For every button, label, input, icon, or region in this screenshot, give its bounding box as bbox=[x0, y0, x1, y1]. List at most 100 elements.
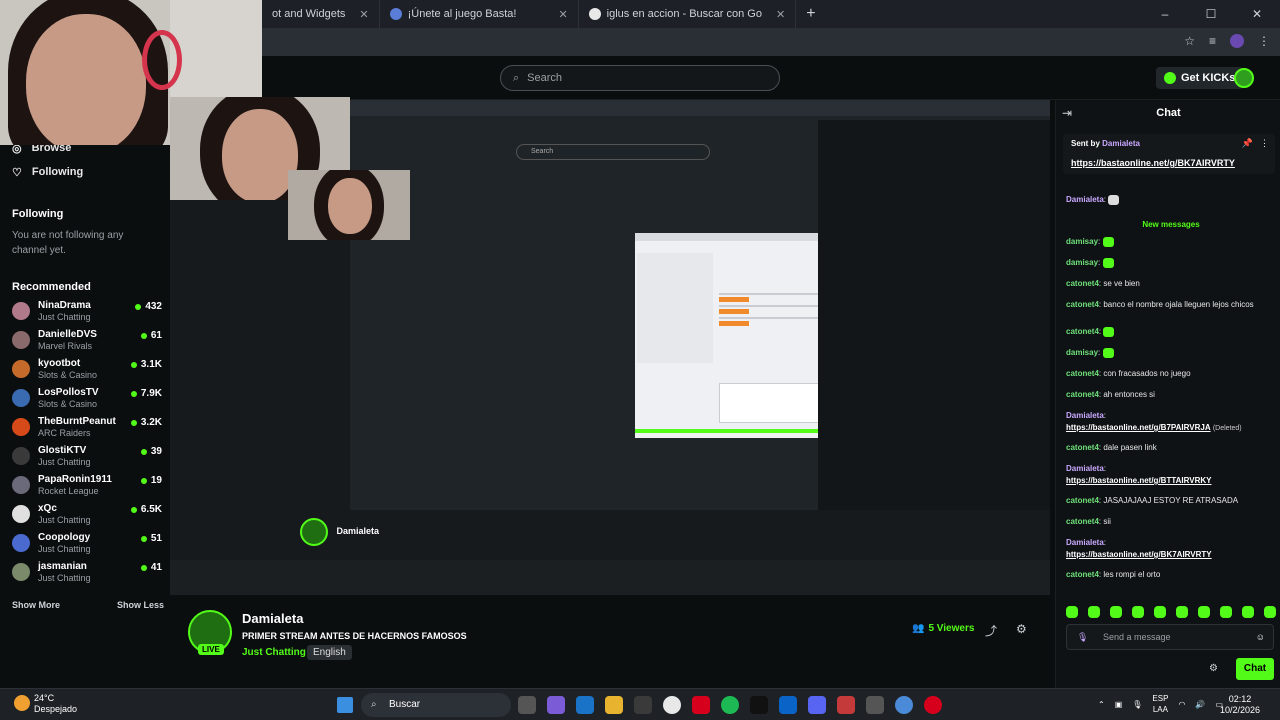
app-icon[interactable] bbox=[866, 696, 884, 714]
close-window-button[interactable]: ✕ bbox=[1234, 0, 1280, 28]
chat-username[interactable]: catonet4 bbox=[1066, 390, 1099, 399]
browser-menu-icon[interactable]: ⋮ bbox=[1258, 34, 1270, 48]
pin-icon[interactable]: 📌 bbox=[1242, 138, 1253, 149]
chat-username[interactable]: Damialeta bbox=[1066, 195, 1104, 204]
sidebar-channel-item[interactable]: DanielleDVS Marvel Rivals 61 bbox=[12, 326, 162, 354]
sidebar-channel-item[interactable]: NinaDrama Just Chatting 432 bbox=[12, 297, 162, 325]
app-icon[interactable] bbox=[779, 696, 797, 714]
chat-link[interactable]: https://bastaonline.net/g/BTTAIRVRKY bbox=[1066, 476, 1211, 485]
stream-category[interactable]: Just Chatting bbox=[242, 647, 306, 658]
wifi-icon[interactable]: ◠ bbox=[1178, 700, 1185, 709]
taskbar-clock[interactable]: 02:12 10/2/2026 bbox=[1220, 694, 1260, 716]
sidebar-channel-item[interactable]: xQc Just Chatting 6.5K bbox=[12, 500, 162, 528]
chat-settings-icon[interactable]: ⚙ bbox=[1209, 663, 1218, 674]
emote-icon[interactable] bbox=[1132, 606, 1144, 618]
search-input[interactable]: ⌕ Search bbox=[500, 65, 780, 91]
tiktok-icon[interactable] bbox=[750, 696, 768, 714]
task-view-icon[interactable] bbox=[518, 696, 536, 714]
emote-icon[interactable] bbox=[1088, 606, 1100, 618]
chat-username[interactable]: catonet4 bbox=[1066, 496, 1099, 505]
emote-icon[interactable] bbox=[1110, 606, 1122, 618]
file-explorer-icon[interactable] bbox=[605, 696, 623, 714]
browser-tab-2[interactable]: ¡Únete al juego Basta! ✕ bbox=[380, 0, 579, 28]
tray-chevron-icon[interactable]: ⌃ bbox=[1098, 700, 1105, 709]
sidebar-channel-item[interactable]: GlostiKTV Just Chatting 39 bbox=[12, 442, 162, 470]
emote-icon[interactable] bbox=[1264, 606, 1276, 618]
store-icon[interactable] bbox=[634, 696, 652, 714]
chat-username[interactable]: catonet4 bbox=[1066, 369, 1099, 378]
channel-viewers: 3.2K bbox=[130, 417, 162, 428]
volume-icon[interactable]: 🔊 bbox=[1195, 700, 1205, 709]
sidebar-channel-item[interactable]: kyootbot Slots & Casino 3.1K bbox=[12, 355, 162, 383]
input-language[interactable]: ESP LAA bbox=[1152, 693, 1168, 715]
user-avatar[interactable] bbox=[1234, 68, 1254, 88]
opera-icon[interactable] bbox=[924, 696, 942, 714]
chat-username[interactable]: Damialeta bbox=[1066, 411, 1104, 420]
sidebar-channel-item[interactable]: PapaRonin1911 Rocket League 19 bbox=[12, 471, 162, 499]
share-icon[interactable]: ⤴ bbox=[985, 622, 997, 639]
chat-username[interactable]: damisay bbox=[1066, 237, 1098, 246]
emote-icon[interactable] bbox=[1066, 606, 1078, 618]
sidebar-channel-item[interactable]: TheBurntPeanut ARC Raiders 3.2K bbox=[12, 413, 162, 441]
chat-link[interactable]: https://bastaonline.net/g/BK7AIRVRTY bbox=[1066, 550, 1212, 559]
netflix-icon[interactable] bbox=[692, 696, 710, 714]
show-more-button[interactable]: Show More bbox=[12, 600, 60, 610]
chat-message-input[interactable]: 🎙 Send a message ☺ bbox=[1066, 624, 1274, 650]
spotify-icon[interactable] bbox=[721, 696, 739, 714]
sidebar-channel-item[interactable]: jasmanian Just Chatting 41 bbox=[12, 558, 162, 586]
weather-widget[interactable]: 24°C Despejado bbox=[34, 693, 77, 715]
tab-close-icon[interactable]: ✕ bbox=[776, 8, 785, 21]
maximize-button[interactable]: ☐ bbox=[1188, 0, 1234, 28]
send-chat-button[interactable]: Chat bbox=[1236, 658, 1274, 680]
stream-language-tag[interactable]: English bbox=[307, 645, 352, 660]
get-kicks-button[interactable]: Get KICKs bbox=[1156, 67, 1244, 89]
emoji-picker-icon[interactable]: ☺ bbox=[1256, 625, 1265, 649]
minimize-button[interactable]: – bbox=[1142, 0, 1188, 28]
show-less-button[interactable]: Show Less bbox=[117, 600, 164, 610]
tab-close-icon[interactable]: ✕ bbox=[558, 8, 567, 21]
profile-icon[interactable] bbox=[1230, 34, 1244, 48]
emote-icon[interactable] bbox=[1154, 606, 1166, 618]
chat-username[interactable]: catonet4 bbox=[1066, 300, 1099, 309]
sidebar-channel-item[interactable]: LosPollosTV Slots & Casino 7.9K bbox=[12, 384, 162, 412]
copilot-icon[interactable] bbox=[547, 696, 565, 714]
emote-icon[interactable] bbox=[1176, 606, 1188, 618]
browser-tab-3[interactable]: iglus en accion - Buscar con Go ✕ bbox=[579, 0, 797, 28]
discord-icon[interactable] bbox=[808, 696, 826, 714]
chat-username[interactable]: damisay bbox=[1066, 348, 1098, 357]
windows-start-icon[interactable] bbox=[337, 697, 353, 713]
taskbar-search[interactable]: ⌕ Buscar bbox=[361, 693, 511, 717]
chat-username[interactable]: damisay bbox=[1066, 258, 1098, 267]
browser-tab-1[interactable]: ot and Widgets ✕ bbox=[262, 0, 380, 28]
channel-name[interactable]: Damialeta bbox=[242, 611, 303, 626]
weather-icon[interactable] bbox=[14, 695, 30, 711]
chrome-icon[interactable] bbox=[663, 696, 681, 714]
tray-mic-icon[interactable]: 🎙 bbox=[1132, 700, 1142, 709]
emote-icon[interactable] bbox=[1220, 606, 1232, 618]
microphone-app-icon[interactable] bbox=[837, 696, 855, 714]
chat-username[interactable]: catonet4 bbox=[1066, 279, 1099, 288]
microphone-icon[interactable]: 🎙 bbox=[1077, 625, 1088, 649]
chat-username[interactable]: catonet4 bbox=[1066, 570, 1099, 579]
tray-app-icon[interactable]: ▣ bbox=[1115, 700, 1123, 709]
new-tab-button[interactable]: + bbox=[796, 5, 825, 23]
chat-link[interactable]: https://bastaonline.net/g/B7PAIRVRJA bbox=[1066, 423, 1211, 432]
more-options-icon[interactable]: ⚙ bbox=[1016, 622, 1027, 636]
chrome-profile-icon[interactable] bbox=[895, 696, 913, 714]
tab-close-icon[interactable]: ✕ bbox=[359, 8, 368, 21]
chat-username[interactable]: catonet4 bbox=[1066, 443, 1099, 452]
sidebar-channel-item[interactable]: Coopology Just Chatting 51 bbox=[12, 529, 162, 557]
chat-username[interactable]: Damialeta bbox=[1066, 464, 1104, 473]
chat-username[interactable]: catonet4 bbox=[1066, 517, 1099, 526]
chat-username[interactable]: Damialeta bbox=[1066, 538, 1104, 547]
pinned-menu-icon[interactable]: ⋮ bbox=[1260, 138, 1269, 149]
reading-list-icon[interactable]: ≡ bbox=[1209, 34, 1216, 48]
pinned-sender[interactable]: Damialeta bbox=[1102, 139, 1140, 148]
outlook-icon[interactable] bbox=[576, 696, 594, 714]
chat-username[interactable]: catonet4 bbox=[1066, 327, 1099, 336]
bookmark-star-icon[interactable]: ☆ bbox=[1184, 34, 1195, 48]
sidebar-following[interactable]: ♡ Following bbox=[12, 166, 83, 179]
emote-icon[interactable] bbox=[1242, 606, 1254, 618]
emote-icon[interactable] bbox=[1198, 606, 1210, 618]
pinned-link[interactable]: https://bastaonline.net/g/BK7AIRVRTY bbox=[1071, 158, 1235, 168]
